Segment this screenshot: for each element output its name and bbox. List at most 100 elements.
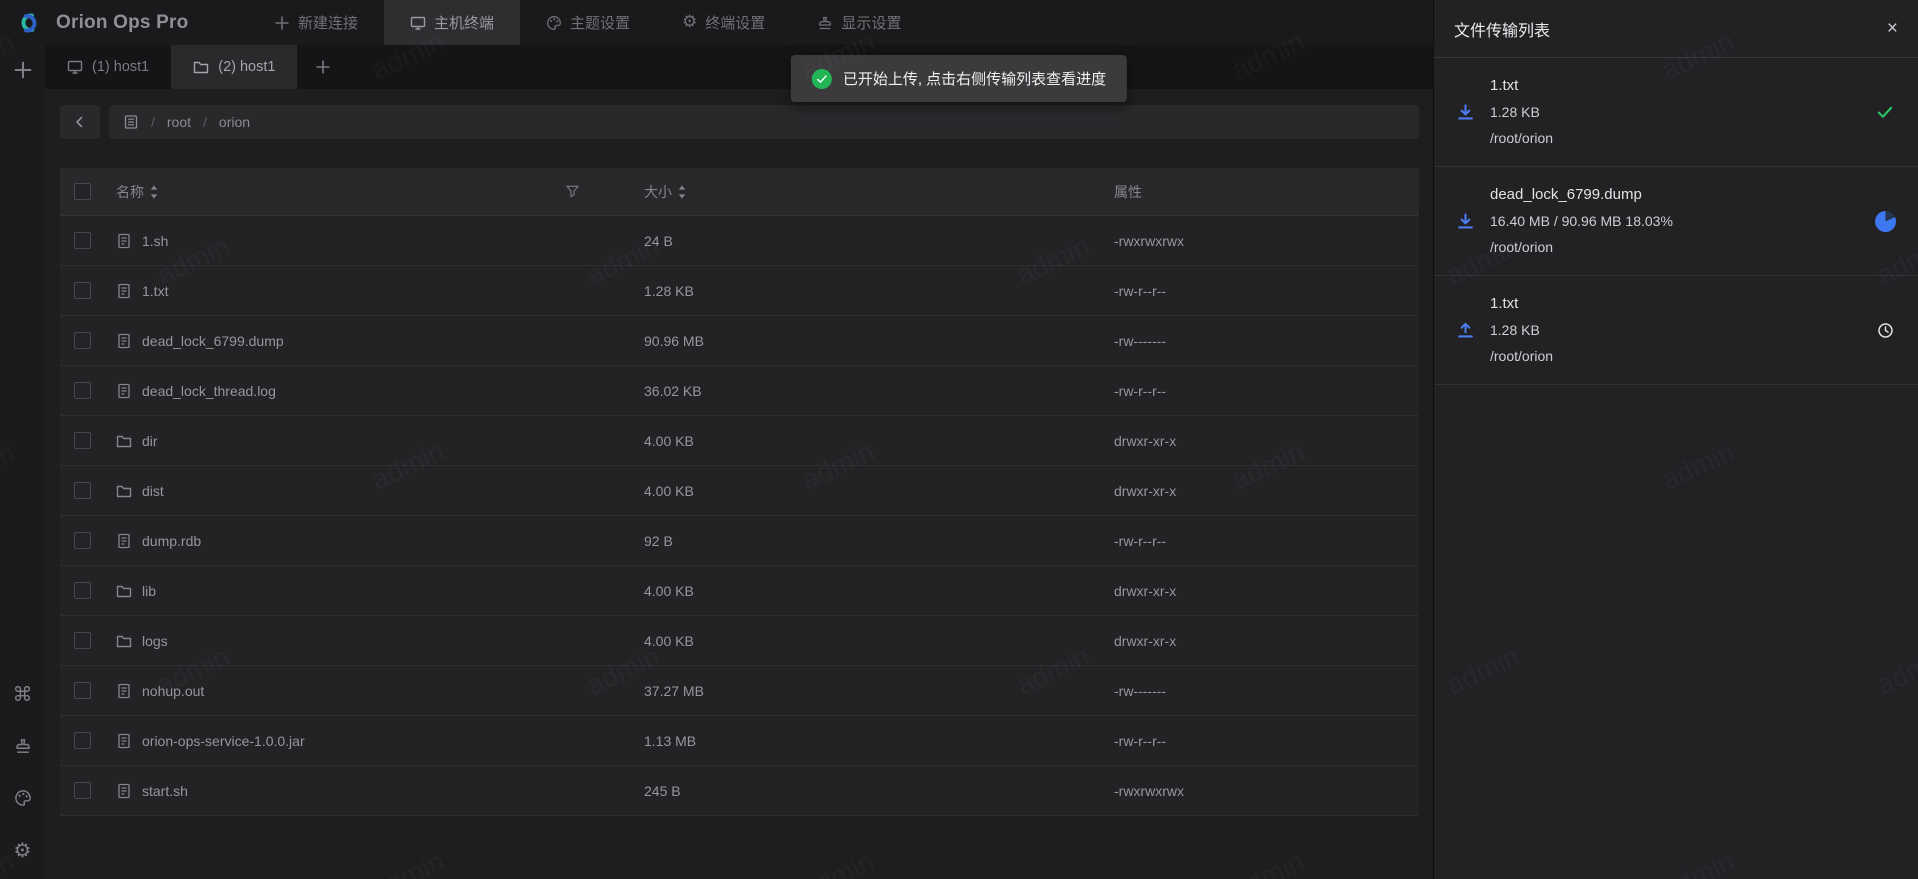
file-name[interactable]: dist	[142, 483, 164, 499]
sort-carets-icon[interactable]	[678, 185, 686, 199]
list-icon[interactable]	[123, 114, 139, 130]
file-attr: drwxr-xr-x	[1086, 433, 1419, 449]
file-name[interactable]: orion-ops-service-1.0.0.jar	[142, 733, 305, 749]
row-checkbox[interactable]	[74, 482, 91, 499]
file-icon	[116, 333, 132, 349]
back-button[interactable]	[60, 105, 100, 139]
breadcrumb-segment-root[interactable]: root	[167, 114, 191, 130]
row-checkbox[interactable]	[74, 682, 91, 699]
row-checkbox[interactable]	[74, 332, 91, 349]
folder-icon	[116, 583, 132, 599]
download-icon	[1456, 103, 1475, 122]
table-row[interactable]: orion-ops-service-1.0.0.jar 1.13 MB -rw-…	[60, 716, 1419, 766]
file-name[interactable]: dead_lock_thread.log	[142, 383, 276, 399]
file-size: 36.02 KB	[616, 383, 1086, 399]
file-name[interactable]: dead_lock_6799.dump	[142, 333, 284, 349]
transfer-remote-path: /root/orion	[1490, 234, 1858, 260]
breadcrumb-separator: /	[151, 114, 155, 130]
row-checkbox[interactable]	[74, 632, 91, 649]
file-name[interactable]: 1.txt	[142, 283, 168, 299]
transfer-item[interactable]: 1.txt 1.28 KB /root/orion	[1434, 58, 1918, 167]
table-row[interactable]: start.sh 245 B -rwxrwxrwx	[60, 766, 1419, 816]
transfer-item[interactable]: 1.txt 1.28 KB /root/orion	[1434, 276, 1918, 385]
file-size: 1.28 KB	[616, 283, 1086, 299]
nav-menu: 新建连接 主机终端 主题设置 ⚙ 终端设置	[248, 0, 927, 45]
file-attr: drwxr-xr-x	[1086, 583, 1419, 599]
file-name[interactable]: start.sh	[142, 783, 188, 799]
transfer-item[interactable]: dead_lock_6799.dump 16.40 MB / 90.96 MB …	[1434, 167, 1918, 276]
table-row[interactable]: 1.txt 1.28 KB -rw-r--r--	[60, 266, 1419, 316]
file-size: 4.00 KB	[616, 483, 1086, 499]
host-tab[interactable]: (2) host1	[171, 45, 297, 89]
file-icon	[116, 533, 132, 549]
upload-icon	[1456, 321, 1475, 340]
column-size-label: 大小	[644, 182, 672, 202]
table-row[interactable]: dir 4.00 KB drwxr-xr-x	[60, 416, 1419, 466]
orion-ops-app: Orion Ops Pro 新建连接 主机终端 主题设置	[0, 0, 1918, 879]
file-name[interactable]: dir	[142, 433, 158, 449]
row-checkbox[interactable]	[74, 282, 91, 299]
table-row[interactable]: 1.sh 24 B -rwxrwxrwx	[60, 216, 1419, 266]
file-size: 4.00 KB	[616, 433, 1086, 449]
table-row[interactable]: nohup.out 37.27 MB -rw-------	[60, 666, 1419, 716]
file-name[interactable]: logs	[142, 633, 168, 649]
nav-item[interactable]: 显示设置	[791, 0, 927, 45]
transfer-panel-title: 文件传输列表	[1454, 17, 1550, 41]
table-row[interactable]: lib 4.00 KB drwxr-xr-x	[60, 566, 1419, 616]
file-name[interactable]: dump.rdb	[142, 533, 201, 549]
rail-bottom-group: ⌘ ⚙	[8, 679, 38, 879]
gear-icon[interactable]: ⚙	[8, 835, 38, 865]
host-tab[interactable]: (1) host1	[45, 45, 171, 89]
nav-item[interactable]: 新建连接	[248, 0, 384, 45]
file-size: 245 B	[616, 783, 1086, 799]
folder-icon	[116, 433, 132, 449]
check-circle-icon	[812, 69, 832, 89]
command-icon[interactable]: ⌘	[8, 679, 38, 709]
nav-item-label: 终端设置	[705, 12, 765, 33]
filter-funnel-icon[interactable]	[565, 184, 580, 199]
upload-toast: 已开始上传, 点击右侧传输列表查看进度	[791, 55, 1127, 102]
app-title: Orion Ops Pro	[56, 12, 188, 34]
table-row[interactable]: logs 4.00 KB drwxr-xr-x	[60, 616, 1419, 666]
column-attr-label: 属性	[1086, 182, 1419, 202]
breadcrumb-segment-orion[interactable]: orion	[219, 114, 250, 130]
transfer-file-name: 1.txt	[1490, 291, 1858, 317]
row-checkbox[interactable]	[74, 582, 91, 599]
nav-item[interactable]: 主题设置	[520, 0, 656, 45]
transfer-progress-text: 1.28 KB	[1490, 99, 1858, 125]
add-tab-button[interactable]	[297, 45, 349, 89]
table-row[interactable]: dist 4.00 KB drwxr-xr-x	[60, 466, 1419, 516]
nav-item[interactable]: 主机终端	[384, 0, 520, 45]
transfer-panel-header: 文件传输列表 ×	[1434, 0, 1918, 58]
row-checkbox[interactable]	[74, 382, 91, 399]
file-name[interactable]: 1.sh	[142, 233, 168, 249]
pending-clock-icon	[1877, 322, 1894, 339]
palette-icon[interactable]	[8, 783, 38, 813]
column-name-label: 名称	[116, 182, 144, 202]
sort-carets-icon[interactable]	[150, 185, 158, 199]
select-all-checkbox[interactable]	[74, 183, 91, 200]
table-row[interactable]: dump.rdb 92 B -rw-r--r--	[60, 516, 1419, 566]
row-checkbox[interactable]	[74, 532, 91, 549]
folder-icon	[193, 59, 209, 75]
row-checkbox[interactable]	[74, 782, 91, 799]
nav-item-label: 新建连接	[298, 12, 358, 33]
success-check-icon	[1876, 103, 1894, 121]
file-name[interactable]: nohup.out	[142, 683, 204, 699]
new-connection-button[interactable]	[8, 55, 38, 85]
close-icon[interactable]: ×	[1887, 19, 1898, 38]
file-name[interactable]: lib	[142, 583, 156, 599]
file-size: 24 B	[616, 233, 1086, 249]
nav-item-label: 显示设置	[841, 12, 901, 33]
row-checkbox[interactable]	[74, 732, 91, 749]
nav-item[interactable]: ⚙ 终端设置	[656, 0, 791, 45]
row-checkbox[interactable]	[74, 432, 91, 449]
file-attr: drwxr-xr-x	[1086, 483, 1419, 499]
transfer-panel: 文件传输列表 × 1.txt 1.28 KB /root/orion	[1433, 0, 1918, 879]
table-row[interactable]: dead_lock_thread.log 36.02 KB -rw-r--r--	[60, 366, 1419, 416]
row-checkbox[interactable]	[74, 232, 91, 249]
table-row[interactable]: dead_lock_6799.dump 90.96 MB -rw-------	[60, 316, 1419, 366]
file-attr: drwxr-xr-x	[1086, 633, 1419, 649]
stamp-icon[interactable]	[8, 731, 38, 761]
file-attr: -rwxrwxrwx	[1086, 233, 1419, 249]
